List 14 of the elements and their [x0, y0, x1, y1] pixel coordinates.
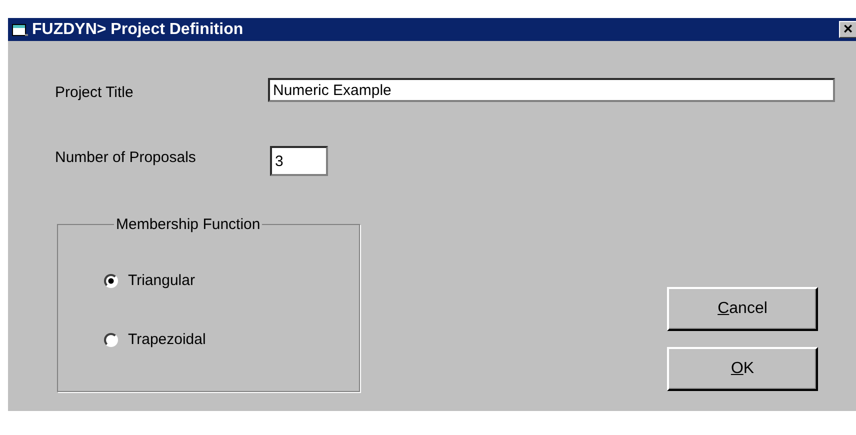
radio-label: Trapezoidal [128, 331, 206, 348]
window-title: FUZDYN> Project Definition [32, 20, 244, 38]
group-title: Membership Function [115, 216, 262, 233]
field-label: Project Title [55, 83, 134, 101]
radio-button[interactable] [104, 274, 118, 288]
radio-label: Triangular [128, 272, 195, 289]
input-field[interactable]: 3 [270, 146, 328, 176]
close-button[interactable]: × [839, 21, 856, 38]
dialog-button[interactable]: Cancel [667, 287, 818, 331]
field-label: Number of Proposals [55, 148, 197, 166]
window-icon [12, 22, 28, 36]
input-field[interactable]: Numeric Example [268, 78, 835, 102]
radio-button[interactable] [104, 332, 118, 346]
dialog-button[interactable]: OK [667, 347, 818, 391]
